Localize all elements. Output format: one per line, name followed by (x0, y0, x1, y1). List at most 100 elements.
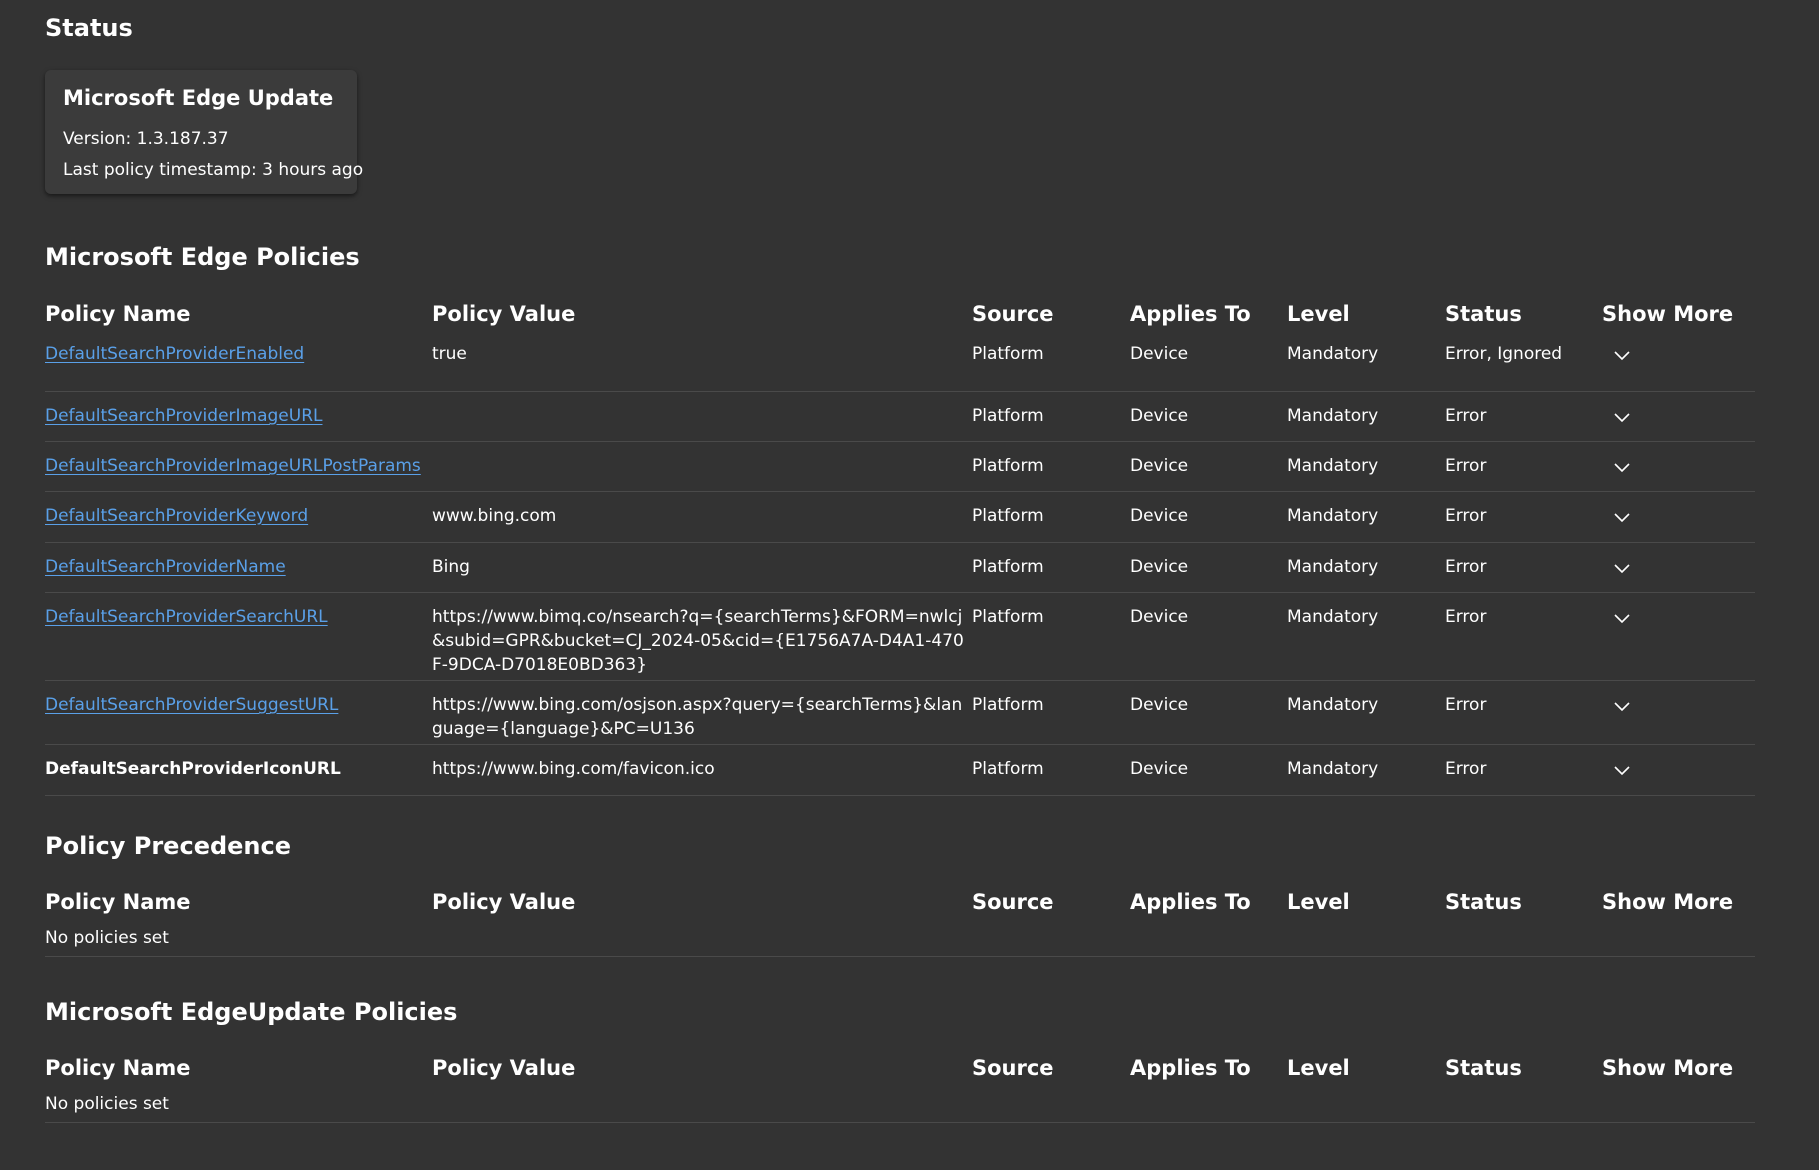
timestamp-text: Last policy timestamp: 3 hours ago (63, 160, 364, 180)
edge-policies-heading: Microsoft Edge Policies (45, 243, 360, 271)
policy-name-link[interactable]: DefaultSearchProviderImageURL (45, 404, 322, 428)
policy-level: Mandatory (1287, 506, 1379, 526)
policy-source: Platform (972, 759, 1044, 779)
precedence-heading: Policy Precedence (45, 832, 292, 860)
header-show-more: Show More (1602, 1056, 1734, 1080)
policy-name: DefaultSearchProviderIconURL (45, 759, 341, 779)
status-heading: Status (45, 14, 133, 42)
policy-source: Platform (972, 406, 1044, 426)
card-title: Microsoft Edge Update (63, 86, 334, 110)
policy-name-link[interactable]: DefaultSearchProviderImageURLPostParams (45, 454, 421, 478)
policy-value: true (432, 344, 467, 364)
policy-applies-to: Device (1130, 695, 1189, 715)
policy-name-link[interactable]: DefaultSearchProviderKeyword (45, 504, 308, 528)
policy-level: Mandatory (1287, 557, 1379, 577)
header-level[interactable]: Level (1287, 890, 1350, 914)
policy-value: www.bing.com (432, 506, 557, 526)
policy-source: Platform (972, 456, 1044, 476)
table-row: DefaultSearchProviderName Bing Platform … (45, 543, 1755, 593)
edgeupdate-table: Policy Name Policy Value Source Applies … (45, 1056, 1755, 1123)
policy-page: Status Microsoft Edge Update Version: 1.… (0, 0, 1819, 1170)
policy-source: Platform (972, 557, 1044, 577)
header-level[interactable]: Level (1287, 302, 1350, 326)
policy-name-link[interactable]: DefaultSearchProviderSuggestURL (45, 693, 338, 717)
table-row: DefaultSearchProviderSuggestURL https://… (45, 681, 1755, 745)
policy-level: Mandatory (1287, 344, 1379, 364)
policy-level: Mandatory (1287, 607, 1379, 627)
status-card: Microsoft Edge Update Version: 1.3.187.3… (45, 70, 364, 194)
policy-applies-to: Device (1130, 607, 1189, 627)
table-row: DefaultSearchProviderSearchURL https://w… (45, 593, 1755, 681)
table-row: DefaultSearchProviderImageURLPostParams … (45, 442, 1755, 492)
table-row: DefaultSearchProviderKeyword www.bing.co… (45, 492, 1755, 543)
header-policy-name[interactable]: Policy Name (45, 1056, 191, 1080)
policy-status: Error (1445, 759, 1487, 779)
policy-source: Platform (972, 607, 1044, 627)
header-applies-to[interactable]: Applies To (1130, 890, 1251, 914)
header-status[interactable]: Status (1445, 302, 1522, 326)
chevron-down-icon[interactable] (1613, 559, 1631, 577)
policy-name-link[interactable]: DefaultSearchProviderSearchURL (45, 605, 328, 629)
policy-status: Error (1445, 406, 1487, 426)
table-header: Policy Name Policy Value Source Applies … (45, 302, 1755, 342)
header-policy-name[interactable]: Policy Name (45, 890, 191, 914)
policy-source: Platform (972, 344, 1044, 364)
policy-status: Error, Ignored (1445, 344, 1563, 364)
policy-status: Error (1445, 695, 1487, 715)
table-row: DefaultSearchProviderEnabled true Platfo… (45, 342, 1755, 392)
chevron-down-icon[interactable] (1613, 697, 1631, 715)
chevron-down-icon[interactable] (1613, 346, 1631, 364)
policy-source: Platform (972, 506, 1044, 526)
empty-message: No policies set (45, 926, 1755, 957)
chevron-down-icon[interactable] (1613, 408, 1631, 426)
policy-status: Error (1445, 607, 1487, 627)
policy-status: Error (1445, 506, 1487, 526)
policy-applies-to: Device (1130, 759, 1189, 779)
policy-source: Platform (972, 695, 1044, 715)
policy-value: Bing (432, 557, 470, 577)
header-show-more: Show More (1602, 890, 1734, 914)
policy-status: Error (1445, 456, 1487, 476)
policy-level: Mandatory (1287, 406, 1379, 426)
policy-level: Mandatory (1287, 456, 1379, 476)
policy-level: Mandatory (1287, 759, 1379, 779)
header-show-more: Show More (1602, 302, 1734, 326)
header-applies-to[interactable]: Applies To (1130, 1056, 1251, 1080)
policy-applies-to: Device (1130, 344, 1189, 364)
header-status[interactable]: Status (1445, 890, 1522, 914)
policy-status: Error (1445, 557, 1487, 577)
chevron-down-icon[interactable] (1613, 609, 1631, 627)
chevron-down-icon[interactable] (1613, 761, 1631, 779)
table-row: DefaultSearchProviderImageURL Platform D… (45, 392, 1755, 442)
policy-applies-to: Device (1130, 506, 1189, 526)
policy-value: https://www.bing.com/osjson.aspx?query={… (432, 695, 963, 739)
chevron-down-icon[interactable] (1613, 458, 1631, 476)
table-row: DefaultSearchProviderIconURL https://www… (45, 745, 1755, 796)
policy-applies-to: Device (1130, 557, 1189, 577)
precedence-table: Policy Name Policy Value Source Applies … (45, 890, 1755, 957)
empty-message: No policies set (45, 1092, 1755, 1123)
header-source[interactable]: Source (972, 302, 1054, 326)
header-status[interactable]: Status (1445, 1056, 1522, 1080)
policy-level: Mandatory (1287, 695, 1379, 715)
policy-value: https://www.bing.com/favicon.ico (432, 759, 715, 779)
policy-applies-to: Device (1130, 406, 1189, 426)
header-source[interactable]: Source (972, 1056, 1054, 1080)
policy-name-link[interactable]: DefaultSearchProviderEnabled (45, 342, 304, 366)
header-applies-to[interactable]: Applies To (1130, 302, 1251, 326)
chevron-down-icon[interactable] (1613, 508, 1631, 526)
policy-name-link[interactable]: DefaultSearchProviderName (45, 555, 286, 579)
header-policy-value[interactable]: Policy Value (432, 302, 575, 326)
header-policy-name[interactable]: Policy Name (45, 302, 191, 326)
edge-policies-table: Policy Name Policy Value Source Applies … (45, 302, 1755, 796)
edgeupdate-heading: Microsoft EdgeUpdate Policies (45, 998, 458, 1026)
policy-value: https://www.bimq.co/nsearch?q={searchTer… (432, 607, 964, 675)
version-text: Version: 1.3.187.37 (63, 129, 229, 149)
policy-applies-to: Device (1130, 456, 1189, 476)
header-policy-value[interactable]: Policy Value (432, 1056, 575, 1080)
header-policy-value[interactable]: Policy Value (432, 890, 575, 914)
header-level[interactable]: Level (1287, 1056, 1350, 1080)
table-header: Policy Name Policy Value Source Applies … (45, 890, 1755, 926)
header-source[interactable]: Source (972, 890, 1054, 914)
table-header: Policy Name Policy Value Source Applies … (45, 1056, 1755, 1092)
